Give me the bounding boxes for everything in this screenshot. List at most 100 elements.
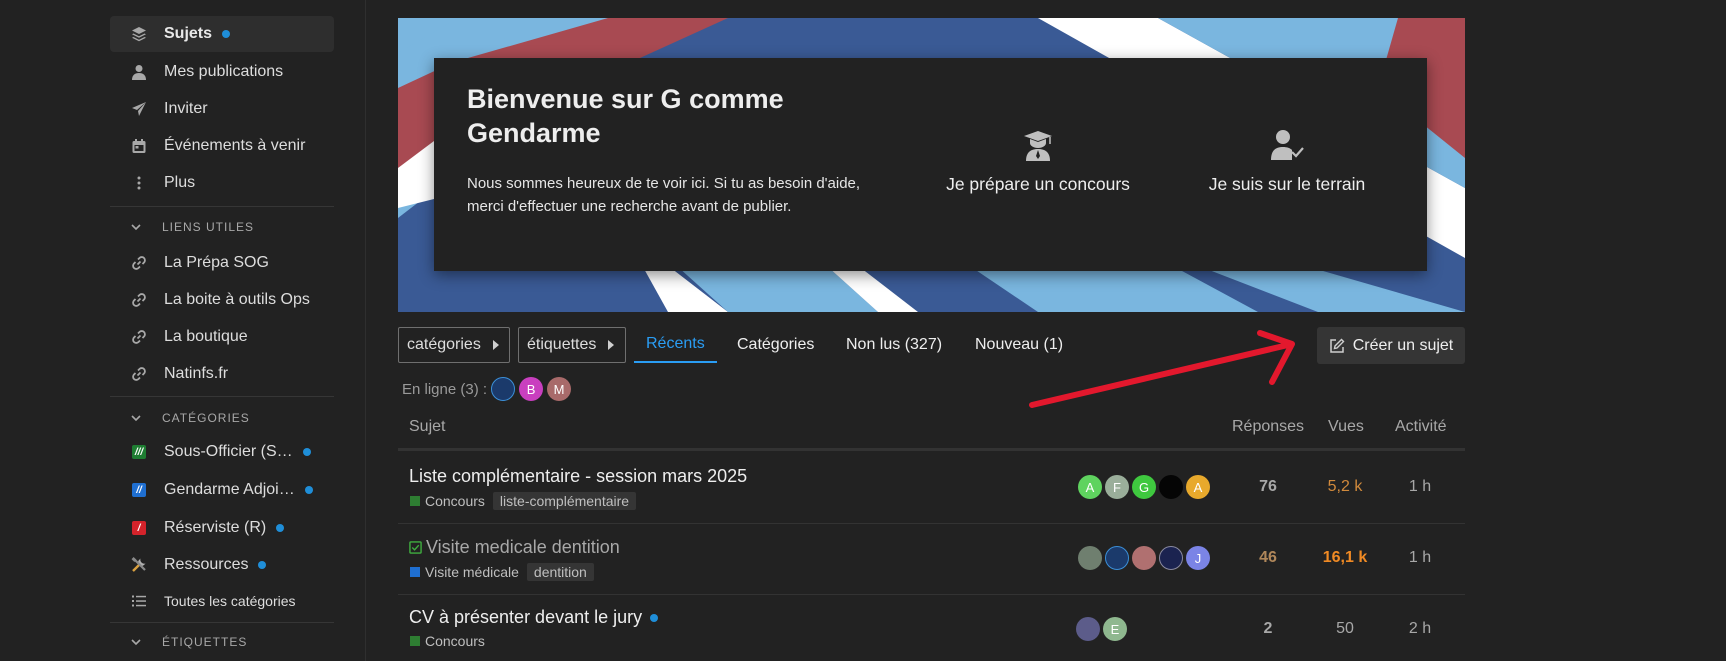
category-link[interactable]: Concours bbox=[425, 633, 485, 649]
avatar[interactable] bbox=[1159, 546, 1183, 570]
welcome-card: Bienvenue sur G comme Gendarme Nous somm… bbox=[434, 58, 1427, 271]
sidebar-item-label: La boite à outils Ops bbox=[164, 291, 310, 308]
categories-dropdown[interactable]: catégories bbox=[398, 327, 510, 363]
poster-avatars: A F G A bbox=[1078, 475, 1213, 499]
sidebar-item-label: Plus bbox=[164, 174, 196, 191]
sidebar-item-mes-publications[interactable]: Mes publications bbox=[110, 54, 334, 90]
user-check-icon bbox=[1270, 128, 1304, 162]
category-square bbox=[410, 496, 420, 506]
chevron-down-icon bbox=[131, 415, 141, 422]
link-icon bbox=[130, 254, 148, 272]
sidebar-link-prepa-sog[interactable]: La Prépa SOG bbox=[110, 245, 334, 281]
avatar[interactable] bbox=[1076, 617, 1100, 641]
sidebar-item-label: Mes publications bbox=[164, 63, 284, 80]
calendar-icon bbox=[130, 137, 148, 155]
sidebar-item-evenements[interactable]: Événements à venir bbox=[110, 128, 334, 164]
link-icon bbox=[130, 365, 148, 383]
vertical-ellipsis-icon bbox=[130, 174, 148, 192]
activity-time[interactable]: 2 h bbox=[1380, 620, 1460, 638]
topic-link[interactable]: Liste complémentaire - session mars 2025 bbox=[409, 466, 747, 487]
category-link[interactable]: Visite médicale bbox=[425, 564, 519, 580]
column-header-replies[interactable]: Réponses bbox=[1232, 418, 1304, 436]
avatar[interactable]: M bbox=[547, 377, 572, 401]
topic-meta: Concours liste-complémentaire bbox=[410, 492, 637, 510]
tab-categories[interactable]: Catégories bbox=[737, 327, 814, 363]
tools-icon bbox=[130, 556, 148, 574]
sidebar-item-label: Événements à venir bbox=[164, 137, 306, 154]
unread-dot bbox=[302, 448, 311, 456]
activity-time[interactable]: 1 h bbox=[1380, 478, 1460, 496]
tag-link[interactable]: liste-complémentaire bbox=[492, 492, 637, 510]
sidebar-category-reserviste[interactable]: / Réserviste (R) bbox=[110, 510, 334, 546]
avatar[interactable] bbox=[1159, 475, 1183, 499]
tag-link[interactable]: dentition bbox=[526, 563, 594, 581]
sidebar-item-label: La boutique bbox=[164, 328, 248, 345]
poster-avatars: J bbox=[1078, 546, 1213, 570]
avatar[interactable] bbox=[1078, 546, 1102, 570]
sidebar-link-boite-outils[interactable]: La boite à outils Ops bbox=[110, 282, 334, 318]
row-divider bbox=[398, 523, 1465, 524]
avatar[interactable] bbox=[1105, 546, 1129, 570]
sidebar-item-inviter[interactable]: Inviter bbox=[110, 91, 334, 127]
sidebar-category-gendarme-adjoint[interactable]: // Gendarme Adjoi… bbox=[110, 472, 334, 508]
column-header-views[interactable]: Vues bbox=[1328, 418, 1364, 436]
welcome-title: Bienvenue sur G comme Gendarme bbox=[467, 84, 784, 148]
avatar[interactable]: A bbox=[1078, 475, 1102, 499]
unread-dot bbox=[222, 30, 231, 38]
sidebar-link-natinfs[interactable]: Natinfs.fr bbox=[110, 356, 334, 392]
category-square bbox=[410, 567, 420, 577]
reply-count[interactable]: 2 bbox=[1228, 620, 1308, 638]
link-je-suis-sur-le-terrain[interactable]: Je suis sur le terrain bbox=[1162, 128, 1412, 195]
topic-link[interactable]: CV à présenter devant le jury bbox=[409, 607, 659, 628]
list-icon bbox=[130, 592, 148, 610]
sidebar-item-label: Gendarme Adjoi… bbox=[164, 481, 295, 498]
sidebar-item-sujets[interactable]: Sujets bbox=[110, 16, 334, 52]
reply-count[interactable]: 46 bbox=[1228, 549, 1308, 567]
paper-plane-icon bbox=[130, 100, 148, 118]
tags-dropdown[interactable]: étiquettes bbox=[518, 327, 626, 363]
section-header-etiquettes[interactable]: ÉTIQUETTES bbox=[130, 632, 330, 652]
tab-recents[interactable]: Récents bbox=[634, 327, 717, 363]
edit-icon bbox=[1330, 338, 1345, 353]
chevron-down-icon bbox=[131, 224, 141, 231]
avatar[interactable]: E bbox=[1103, 617, 1127, 641]
column-header-activity[interactable]: Activité bbox=[1395, 418, 1447, 436]
sidebar-item-label: Sujets bbox=[164, 25, 213, 42]
activity-time[interactable]: 1 h bbox=[1380, 549, 1460, 567]
sidebar-item-label: Ressources bbox=[164, 556, 249, 573]
reply-count[interactable]: 76 bbox=[1228, 478, 1308, 496]
sidebar-item-label: Sous-Officier (S… bbox=[164, 443, 293, 460]
sidebar-item-label: Inviter bbox=[164, 100, 208, 117]
topic-meta: Concours bbox=[410, 633, 485, 649]
avatar[interactable]: B bbox=[519, 377, 544, 401]
sidebar-all-categories[interactable]: Toutes les catégories bbox=[110, 583, 334, 619]
table-header-divider bbox=[398, 448, 1465, 451]
sidebar-category-ressources[interactable]: Ressources bbox=[110, 547, 334, 583]
link-je-prepare-un-concours[interactable]: Je prépare un concours bbox=[913, 128, 1163, 195]
sidebar-link-boutique[interactable]: La boutique bbox=[110, 319, 334, 355]
chevron-down-icon bbox=[131, 639, 141, 646]
create-topic-button[interactable]: Créer un sujet bbox=[1317, 327, 1465, 364]
column-header-topic[interactable]: Sujet bbox=[409, 418, 445, 436]
tab-non-lus[interactable]: Non lus (327) bbox=[846, 327, 942, 363]
category-badge: /// bbox=[130, 443, 148, 461]
avatar[interactable] bbox=[491, 377, 516, 401]
view-count: 50 bbox=[1336, 620, 1354, 637]
sidebar-item-plus[interactable]: Plus bbox=[110, 165, 334, 201]
section-header-categories[interactable]: CATÉGORIES bbox=[130, 408, 330, 428]
unread-dot bbox=[304, 486, 313, 494]
unread-dot bbox=[276, 524, 285, 532]
section-header-liens-utiles[interactable]: LIENS UTILES bbox=[130, 217, 330, 237]
avatar[interactable]: A bbox=[1186, 475, 1210, 499]
graduate-icon bbox=[1021, 128, 1055, 162]
sidebar-category-sous-officier[interactable]: /// Sous-Officier (S… bbox=[110, 434, 334, 470]
category-link[interactable]: Concours bbox=[425, 493, 485, 509]
avatar[interactable]: G bbox=[1132, 475, 1156, 499]
sidebar-divider bbox=[110, 396, 334, 397]
avatar[interactable] bbox=[1132, 546, 1156, 570]
topic-link[interactable]: Visite medicale dentition bbox=[409, 537, 620, 558]
avatar[interactable]: F bbox=[1105, 475, 1129, 499]
sidebar-divider bbox=[110, 622, 334, 623]
caret-right-icon bbox=[608, 340, 615, 350]
avatar[interactable]: J bbox=[1186, 546, 1210, 570]
